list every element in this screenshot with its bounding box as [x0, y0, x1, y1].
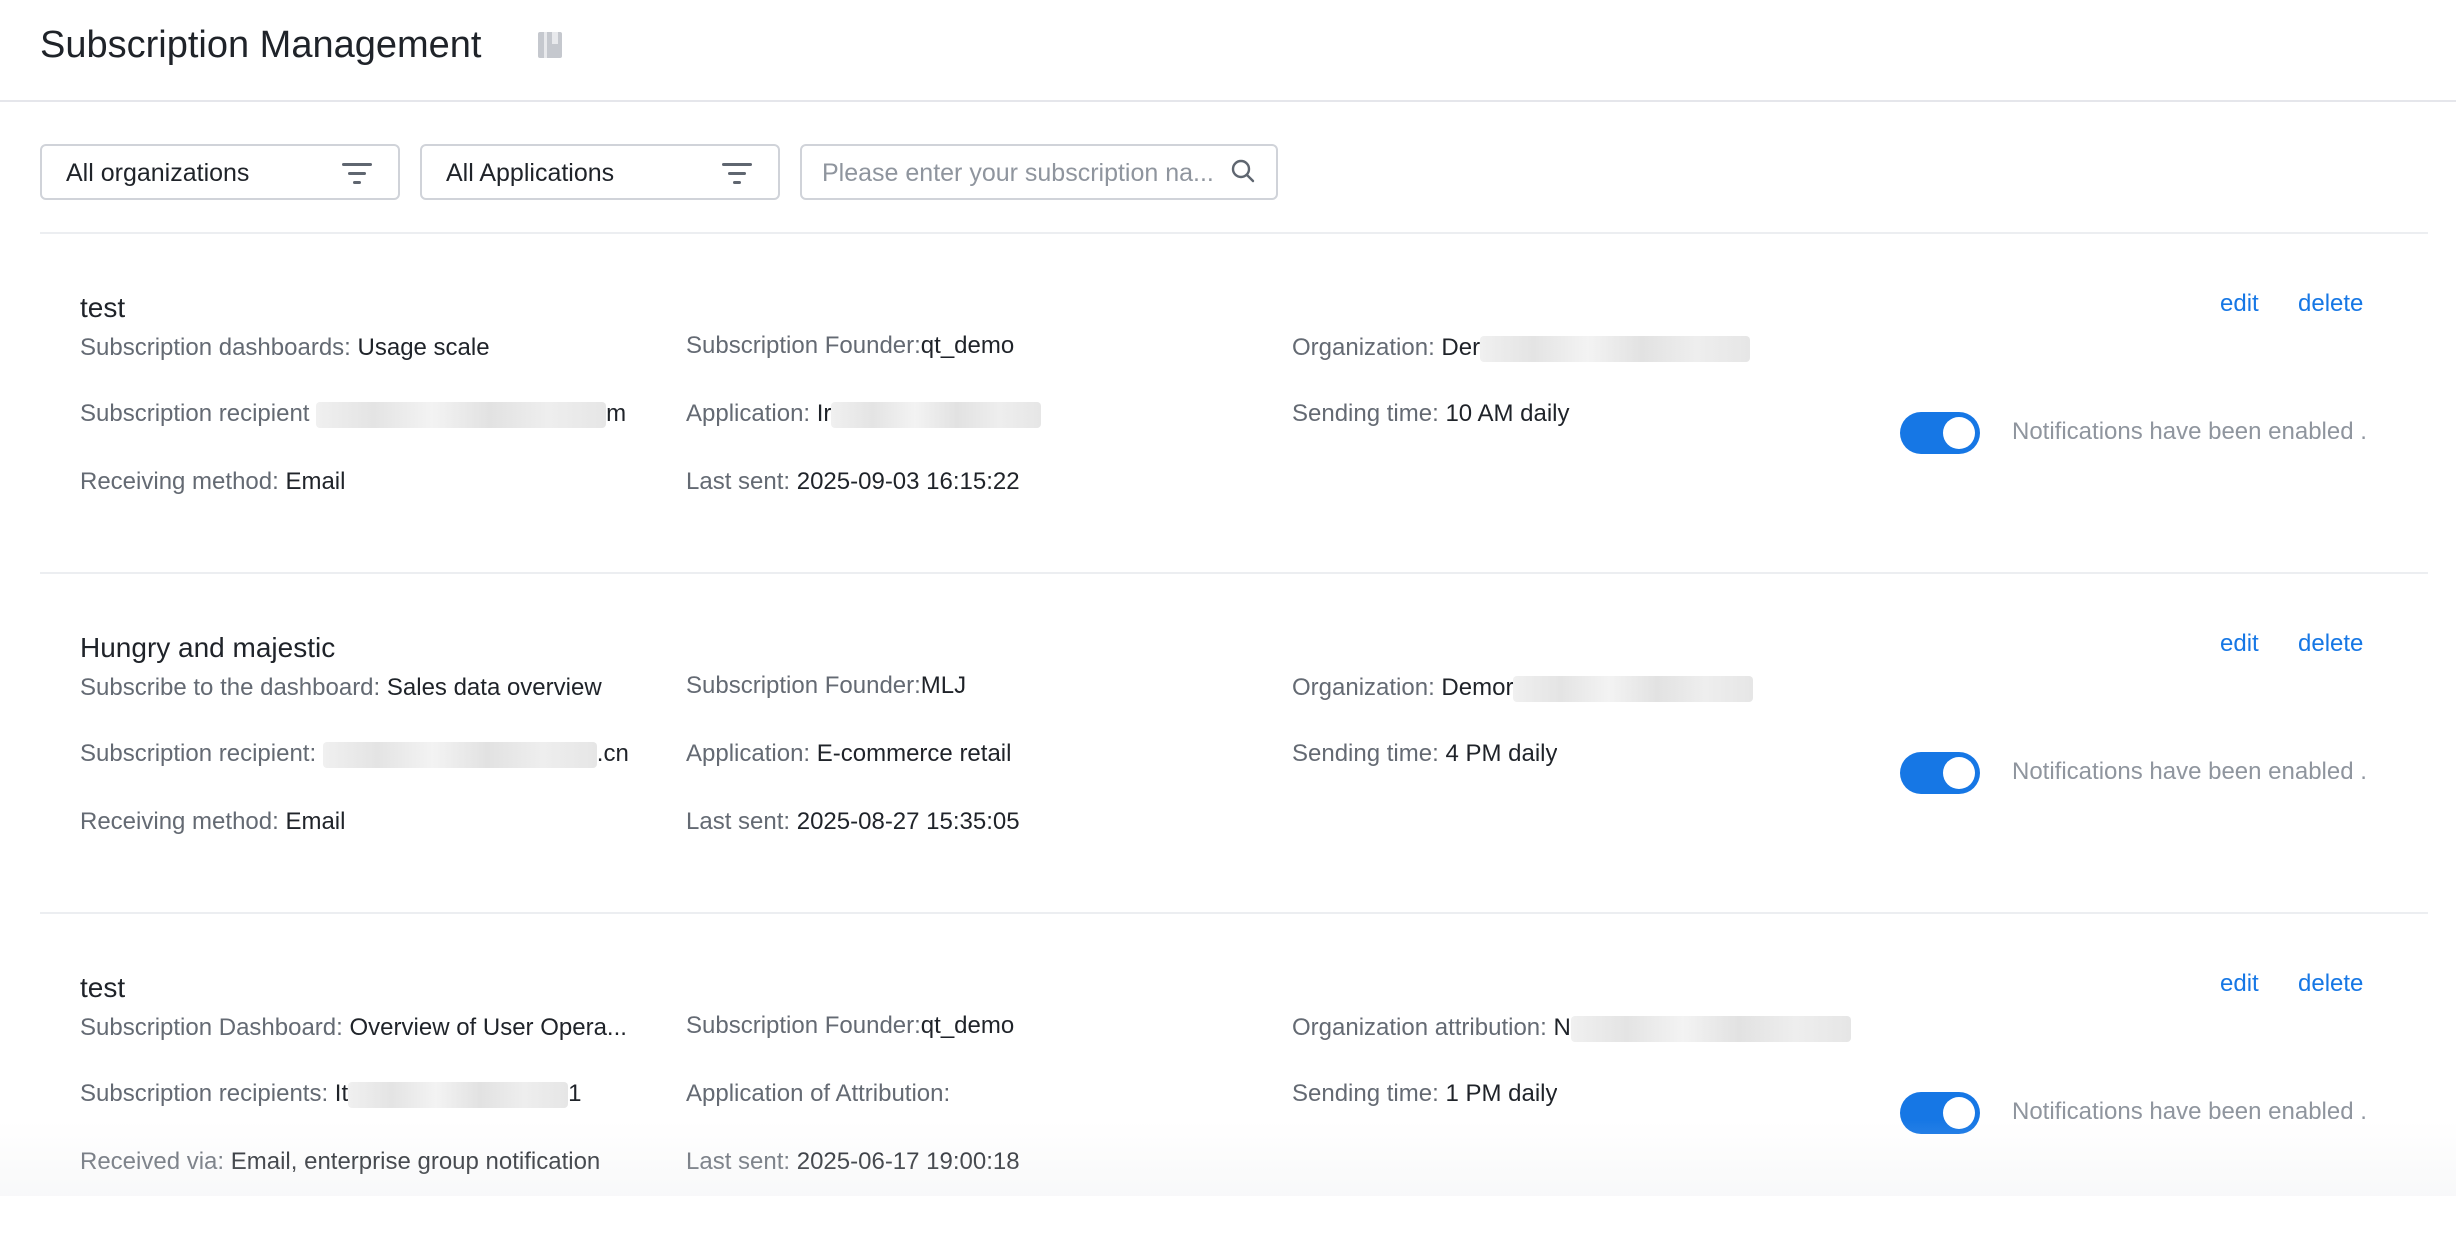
dashboard-field: Subscription Dashboard: Overview of User…: [80, 1014, 627, 1041]
subscription-title: test: [80, 972, 126, 1003]
application-field: Application: E-commerce retail: [686, 740, 1012, 767]
subscription-title: test: [80, 292, 126, 323]
dashboard-field: Subscription dashboards: Usage scale: [80, 334, 490, 361]
book-icon[interactable]: [536, 30, 564, 60]
subscription-card: Hungry and majestic Subscribe to the das…: [40, 574, 2428, 914]
notification-status: Notifications have been enabled .: [2012, 758, 2367, 785]
filter-icon: [342, 163, 372, 184]
toggle-knob: [1943, 757, 1975, 789]
organization-field: Organization: Der: [1292, 332, 1751, 364]
subscription-title: Hungry and majestic: [80, 632, 336, 663]
edit-link[interactable]: edit: [2220, 968, 2259, 1000]
application-select[interactable]: All Applications: [420, 144, 780, 200]
search-icon[interactable]: [1230, 158, 1256, 184]
edit-link[interactable]: edit: [2220, 288, 2259, 320]
redacted-value: [1570, 1015, 1851, 1042]
notification-status: Notifications have been enabled .: [2012, 418, 2367, 445]
toggle-knob: [1943, 1097, 1975, 1129]
last-sent-field: Last sent: 2025-09-03 16:15:22: [686, 468, 1020, 495]
organization-select[interactable]: All organizations: [40, 144, 400, 200]
application-field: Application of Attribution:: [686, 1080, 951, 1107]
recipient-field: Subscription recipient m: [80, 400, 627, 428]
dashboard-field: Subscribe to the dashboard: Sales data o…: [80, 674, 602, 701]
toggle-knob: [1943, 417, 1975, 449]
delete-link[interactable]: delete: [2298, 968, 2363, 1000]
notification-toggle[interactable]: [1900, 1092, 1980, 1134]
redacted-value: [322, 741, 597, 768]
subscription-search[interactable]: [800, 144, 1278, 200]
founder-field: Subscription Founder:qt_demo: [686, 332, 1015, 359]
founder-field: Subscription Founder:MLJ: [686, 672, 967, 699]
founder-field: Subscription Founder:qt_demo: [686, 1012, 1015, 1039]
notification-status: Notifications have been enabled .: [2012, 1098, 2367, 1125]
search-input[interactable]: [822, 156, 1222, 190]
edit-link[interactable]: edit: [2220, 628, 2259, 660]
filter-icon: [722, 163, 752, 184]
sending-time-field: Sending time: 10 AM daily: [1292, 400, 1570, 427]
receiving-method-field: Receiving method: Email: [80, 808, 346, 835]
redacted-value: [348, 1081, 569, 1108]
delete-link[interactable]: delete: [2298, 288, 2363, 320]
organization-select-value: All organizations: [66, 159, 250, 187]
recipient-field: Subscription recipient: .cn: [80, 740, 629, 768]
organization-field: Organization: Demor: [1292, 672, 1754, 704]
recipient-field: Subscription recipients: It 1: [80, 1080, 582, 1108]
redacted-value: [316, 401, 607, 428]
application-field: Application: Ir: [686, 398, 1042, 430]
page-title: Subscription Management: [40, 24, 482, 66]
last-sent-field: Last sent: 2025-08-27 15:35:05: [686, 808, 1020, 835]
notification-toggle[interactable]: [1900, 752, 1980, 794]
delete-link[interactable]: delete: [2298, 628, 2363, 660]
subscription-card: test Subscription Dashboard: Overview of…: [40, 914, 2428, 1254]
receiving-method-field: Receiving method: Email: [80, 468, 346, 495]
notification-toggle[interactable]: [1900, 412, 1980, 454]
redacted-value: [1513, 675, 1754, 702]
receiving-method-field: Received via: Email, enterprise group no…: [80, 1148, 601, 1175]
sending-time-field: Sending time: 1 PM daily: [1292, 1080, 1558, 1107]
application-select-value: All Applications: [446, 159, 615, 187]
redacted-value: [1480, 335, 1751, 362]
page-header: Subscription Management: [0, 0, 2456, 102]
organization-field: Organization attribution: N: [1292, 1012, 1851, 1044]
redacted-value: [831, 401, 1042, 428]
subscription-card: test Subscription dashboards: Usage scal…: [40, 234, 2428, 574]
last-sent-field: Last sent: 2025-06-17 19:00:18: [686, 1148, 1020, 1175]
sending-time-field: Sending time: 4 PM daily: [1292, 740, 1558, 767]
